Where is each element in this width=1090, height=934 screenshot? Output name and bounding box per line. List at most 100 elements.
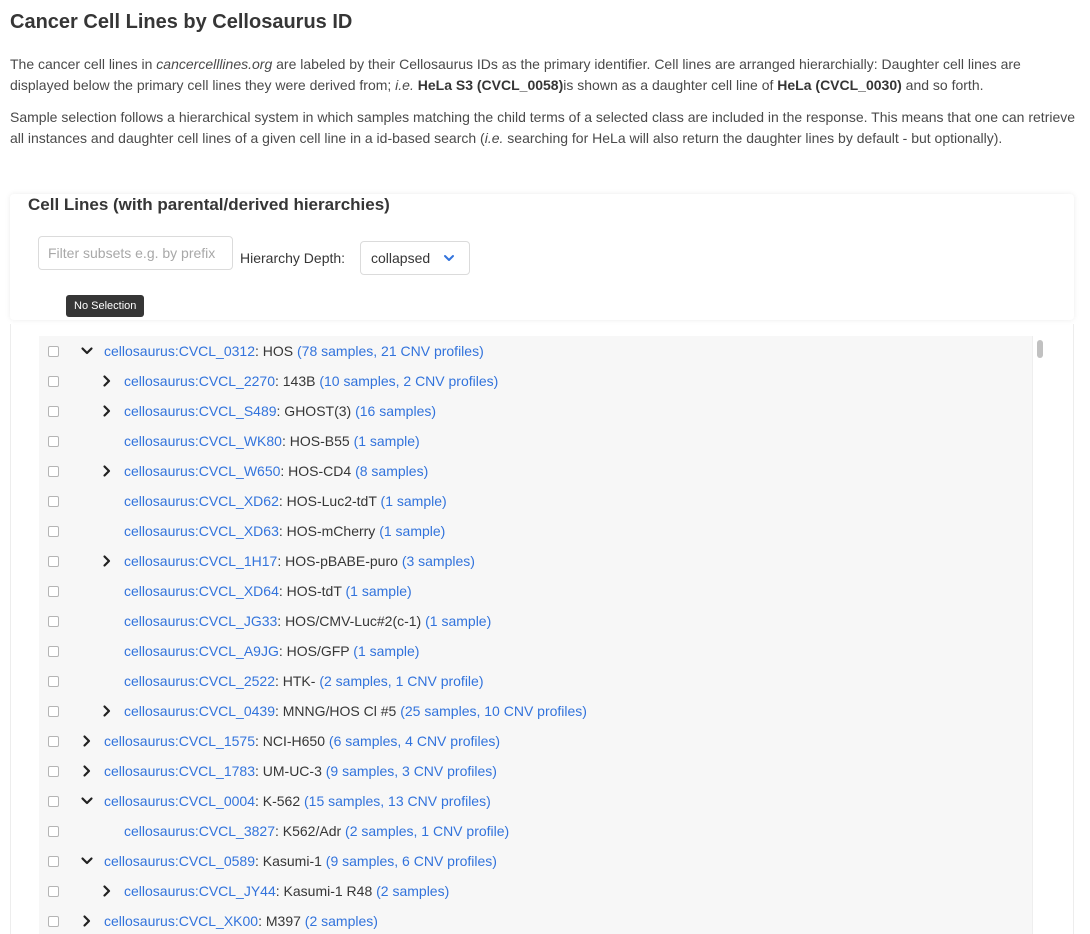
- intro-text-part: and so forth.: [901, 77, 984, 93]
- sample-count-link[interactable]: (10 samples, 2 CNV profiles): [319, 373, 498, 389]
- tree-row[interactable]: cellosaurus:CVCL_3827: K562/Adr (2 sampl…: [39, 816, 1032, 846]
- row-checkbox[interactable]: [48, 406, 59, 417]
- tree-row[interactable]: cellosaurus:CVCL_XD63: HOS-mCherry (1 sa…: [39, 516, 1032, 546]
- chevron-down-icon[interactable]: [80, 344, 94, 358]
- sample-count-link[interactable]: (25 samples, 10 CNV profiles): [400, 703, 587, 719]
- row-checkbox[interactable]: [48, 616, 59, 627]
- cell-line-id-link[interactable]: cellosaurus:CVCL_1H17: [124, 553, 277, 569]
- tree-row[interactable]: cellosaurus:CVCL_0439: MNNG/HOS Cl #5 (2…: [39, 696, 1032, 726]
- sample-count-link[interactable]: (2 samples, 1 CNV profile): [319, 673, 483, 689]
- row-checkbox[interactable]: [48, 886, 59, 897]
- cell-line-id-link[interactable]: cellosaurus:CVCL_XD64: [124, 583, 279, 599]
- sample-count-link[interactable]: (9 samples, 3 CNV profiles): [326, 763, 497, 779]
- row-checkbox[interactable]: [48, 526, 59, 537]
- tree-row[interactable]: cellosaurus:CVCL_XK00: M397 (2 samples): [39, 906, 1032, 934]
- row-checkbox[interactable]: [48, 586, 59, 597]
- sample-count-link[interactable]: (1 sample): [346, 583, 412, 599]
- chevron-right-icon[interactable]: [100, 704, 114, 718]
- tree-row[interactable]: cellosaurus:CVCL_0004: K-562 (15 samples…: [39, 786, 1032, 816]
- chevron-right-icon[interactable]: [80, 734, 94, 748]
- row-checkbox[interactable]: [48, 766, 59, 777]
- sample-count-link[interactable]: (2 samples): [305, 913, 378, 929]
- cell-line-id-link[interactable]: cellosaurus:CVCL_0004: [104, 793, 255, 809]
- chevron-right-icon[interactable]: [100, 464, 114, 478]
- site-name: cancercelllines.org: [156, 56, 273, 72]
- tree-scrollbar[interactable]: [1032, 336, 1046, 934]
- cell-line-id-link[interactable]: cellosaurus:CVCL_2270: [124, 373, 275, 389]
- tree-row[interactable]: cellosaurus:CVCL_2522: HTK- (2 samples, …: [39, 666, 1032, 696]
- row-checkbox[interactable]: [48, 646, 59, 657]
- cell-line-id-link[interactable]: cellosaurus:CVCL_S489: [124, 403, 277, 419]
- tree-row[interactable]: cellosaurus:CVCL_A9JG: HOS/GFP (1 sample…: [39, 636, 1032, 666]
- chevron-right-icon[interactable]: [100, 884, 114, 898]
- tree-row[interactable]: cellosaurus:CVCL_0589: Kasumi-1 (9 sampl…: [39, 846, 1032, 876]
- cell-line-name: : HOS-tdT: [278, 583, 346, 599]
- sample-count-link[interactable]: (16 samples): [355, 403, 436, 419]
- sample-count-link[interactable]: (2 samples, 1 CNV profile): [345, 823, 509, 839]
- sample-count-link[interactable]: (3 samples): [402, 553, 475, 569]
- cell-line-id-link[interactable]: cellosaurus:CVCL_XD63: [124, 523, 279, 539]
- chevron-right-icon[interactable]: [100, 404, 114, 418]
- cell-line-id-link[interactable]: cellosaurus:CVCL_0312: [104, 343, 255, 359]
- tree-row[interactable]: cellosaurus:CVCL_S489: GHOST(3) (16 samp…: [39, 396, 1032, 426]
- tree-row[interactable]: cellosaurus:CVCL_0312: HOS (78 samples, …: [39, 336, 1032, 366]
- row-checkbox[interactable]: [48, 496, 59, 507]
- sample-count-link[interactable]: (15 samples, 13 CNV profiles): [304, 793, 491, 809]
- sample-count-link[interactable]: (1 sample): [425, 613, 491, 629]
- row-checkbox[interactable]: [48, 676, 59, 687]
- tree-row[interactable]: cellosaurus:CVCL_1783: UM-UC-3 (9 sample…: [39, 756, 1032, 786]
- cell-line-id-link[interactable]: cellosaurus:CVCL_JG33: [124, 613, 277, 629]
- sample-count-link[interactable]: (2 samples): [376, 883, 449, 899]
- row-checkbox[interactable]: [48, 376, 59, 387]
- cell-line-id-link[interactable]: cellosaurus:CVCL_JY44: [124, 883, 276, 899]
- scrollbar-thumb[interactable]: [1037, 340, 1043, 358]
- tree-row[interactable]: cellosaurus:CVCL_2270: 143B (10 samples,…: [39, 366, 1032, 396]
- sample-count-link[interactable]: (9 samples, 6 CNV profiles): [326, 853, 497, 869]
- row-checkbox[interactable]: [48, 736, 59, 747]
- row-checkbox[interactable]: [48, 706, 59, 717]
- cell-line-name: : HOS-pBABE-puro: [277, 553, 402, 569]
- sample-count-link[interactable]: (1 sample): [353, 643, 419, 659]
- cell-line-id-link[interactable]: cellosaurus:CVCL_0589: [104, 853, 255, 869]
- sample-count-link[interactable]: (1 sample): [379, 523, 445, 539]
- chevron-right-icon[interactable]: [80, 764, 94, 778]
- tree-row[interactable]: cellosaurus:CVCL_XD62: HOS-Luc2-tdT (1 s…: [39, 486, 1032, 516]
- tree-row[interactable]: cellosaurus:CVCL_1H17: HOS-pBABE-puro (3…: [39, 546, 1032, 576]
- tree-row[interactable]: cellosaurus:CVCL_1575: NCI-H650 (6 sampl…: [39, 726, 1032, 756]
- sample-count-link[interactable]: (6 samples, 4 CNV profiles): [329, 733, 500, 749]
- sample-count-link[interactable]: (8 samples): [355, 463, 428, 479]
- row-checkbox[interactable]: [48, 436, 59, 447]
- sample-count-link[interactable]: (1 sample): [354, 433, 420, 449]
- cell-line-id-link[interactable]: cellosaurus:CVCL_0439: [124, 703, 275, 719]
- tree-row[interactable]: cellosaurus:CVCL_JG33: HOS/CMV-Luc#2(c-1…: [39, 606, 1032, 636]
- row-checkbox[interactable]: [48, 916, 59, 927]
- row-checkbox[interactable]: [48, 466, 59, 477]
- chevron-down-icon[interactable]: [80, 854, 94, 868]
- filter-input[interactable]: [38, 236, 233, 270]
- cell-line-id-link[interactable]: cellosaurus:CVCL_3827: [124, 823, 275, 839]
- row-checkbox[interactable]: [48, 346, 59, 357]
- sample-count-link[interactable]: (1 sample): [381, 493, 447, 509]
- cell-line-id-link[interactable]: cellosaurus:CVCL_1783: [104, 763, 255, 779]
- row-checkbox[interactable]: [48, 796, 59, 807]
- tree-row[interactable]: cellosaurus:CVCL_WK80: HOS-B55 (1 sample…: [39, 426, 1032, 456]
- tree-row[interactable]: cellosaurus:CVCL_JY44: Kasumi-1 R48 (2 s…: [39, 876, 1032, 906]
- cell-line-id-link[interactable]: cellosaurus:CVCL_W650: [124, 463, 280, 479]
- sample-count-link[interactable]: (78 samples, 21 CNV profiles): [297, 343, 484, 359]
- cell-line-id-link[interactable]: cellosaurus:CVCL_A9JG: [124, 643, 279, 659]
- cell-line-id-link[interactable]: cellosaurus:CVCL_XK00: [104, 913, 258, 929]
- row-checkbox[interactable]: [48, 556, 59, 567]
- chevron-right-icon[interactable]: [100, 554, 114, 568]
- cell-line-id-link[interactable]: cellosaurus:CVCL_2522: [124, 673, 275, 689]
- cell-line-id-link[interactable]: cellosaurus:CVCL_WK80: [124, 433, 282, 449]
- tree-row[interactable]: cellosaurus:CVCL_W650: HOS-CD4 (8 sample…: [39, 456, 1032, 486]
- chevron-down-icon[interactable]: [80, 794, 94, 808]
- row-checkbox[interactable]: [48, 856, 59, 867]
- chevron-right-icon[interactable]: [100, 374, 114, 388]
- hierarchy-depth-select[interactable]: collapsed: [360, 241, 470, 275]
- cell-line-id-link[interactable]: cellosaurus:CVCL_1575: [104, 733, 255, 749]
- tree-row[interactable]: cellosaurus:CVCL_XD64: HOS-tdT (1 sample…: [39, 576, 1032, 606]
- cell-line-id-link[interactable]: cellosaurus:CVCL_XD62: [124, 493, 279, 509]
- row-checkbox[interactable]: [48, 826, 59, 837]
- chevron-right-icon[interactable]: [80, 914, 94, 928]
